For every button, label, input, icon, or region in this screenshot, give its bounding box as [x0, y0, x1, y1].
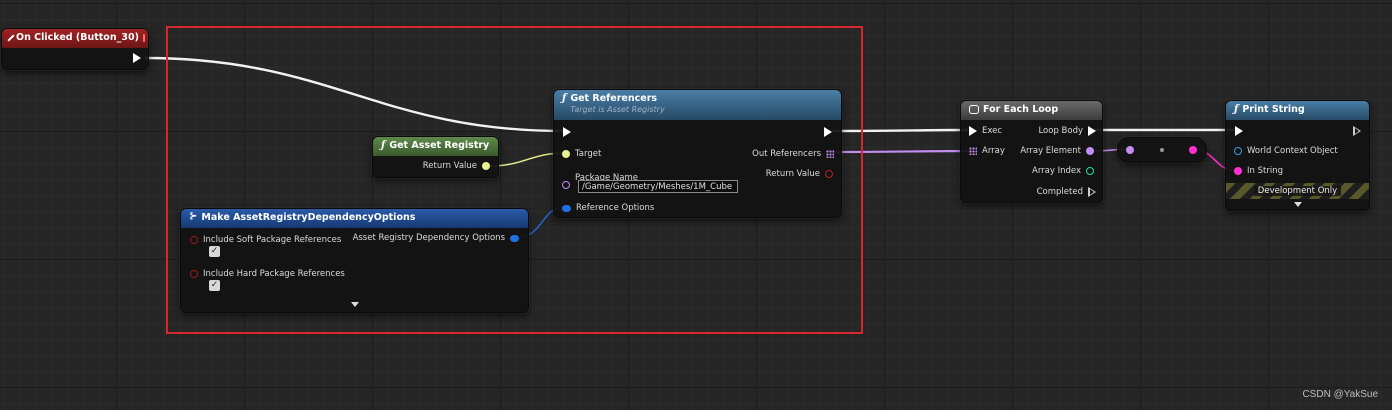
loop-body-row: Loop Body — [1038, 126, 1096, 136]
print-string-node[interactable]: ƒ Print String World Context Object In S… — [1225, 100, 1370, 211]
on-clicked-event-node[interactable]: On Clicked (Button_30) — [1, 28, 149, 70]
event-diamond-icon — [7, 34, 15, 42]
event-title: On Clicked (Button_30) — [16, 32, 139, 43]
exec-label: Exec — [982, 126, 1003, 136]
function-icon: ƒ — [1234, 104, 1239, 115]
for-each-title: For Each Loop — [983, 104, 1059, 115]
array-element-label: Array Element — [1020, 146, 1081, 156]
development-only-banner: Development Only — [1226, 183, 1369, 199]
name-input-pin[interactable] — [1126, 146, 1134, 154]
int-output-pin[interactable] — [1086, 167, 1094, 175]
exec-output-pin[interactable] — [1088, 187, 1096, 197]
object-input-pin[interactable] — [1234, 147, 1242, 155]
array-label: Array — [982, 146, 1005, 156]
exec-input-pin[interactable] — [969, 126, 977, 136]
array-index-row: Array Index — [1032, 166, 1094, 176]
for-each-header: For Each Loop — [961, 101, 1102, 120]
exec-input-row: Exec — [969, 126, 1002, 136]
string-output-pin[interactable] — [1189, 146, 1197, 154]
delegate-icon — [142, 34, 145, 42]
in-string-label: In String — [1247, 166, 1283, 176]
exec-output-pin[interactable] — [1088, 126, 1096, 136]
array-element-row: Array Element — [1020, 146, 1094, 156]
string-input-pin[interactable] — [1234, 167, 1242, 175]
event-node-header: On Clicked (Button_30) — [2, 29, 148, 48]
blueprint-graph-canvas[interactable]: On Clicked (Button_30) ƒ Get Asset Regis… — [0, 0, 1392, 410]
array-input-row: Array — [969, 146, 1005, 156]
conversion-dot-icon — [1160, 148, 1164, 152]
expand-arrow-icon[interactable] — [1294, 202, 1302, 207]
exec-input-pin[interactable] — [1235, 126, 1243, 136]
development-only-label: Development Only — [1253, 186, 1342, 196]
world-context-row: World Context Object — [1234, 146, 1338, 156]
world-context-label: World Context Object — [1247, 146, 1338, 156]
print-string-header: ƒ Print String — [1226, 101, 1369, 120]
wildcard-output-pin[interactable] — [1086, 147, 1094, 155]
in-string-row: In String — [1234, 166, 1283, 176]
selection-highlight-box — [166, 26, 863, 334]
array-input-pin[interactable] — [969, 147, 977, 155]
exec-output-pin[interactable] — [133, 53, 141, 63]
conversion-node[interactable] — [1117, 137, 1207, 163]
watermark: CSDN @YakSue — [1302, 389, 1378, 400]
array-index-label: Array Index — [1032, 166, 1081, 176]
exec-output-pin[interactable] — [1353, 126, 1361, 136]
loop-body-label: Loop Body — [1038, 126, 1083, 136]
completed-label: Completed — [1036, 187, 1083, 197]
completed-row: Completed — [1037, 187, 1096, 197]
loop-macro-icon — [969, 105, 979, 114]
print-string-title: Print String — [1242, 104, 1305, 115]
for-each-loop-node[interactable]: For Each Loop Exec Array Loop Body Array… — [960, 100, 1103, 203]
